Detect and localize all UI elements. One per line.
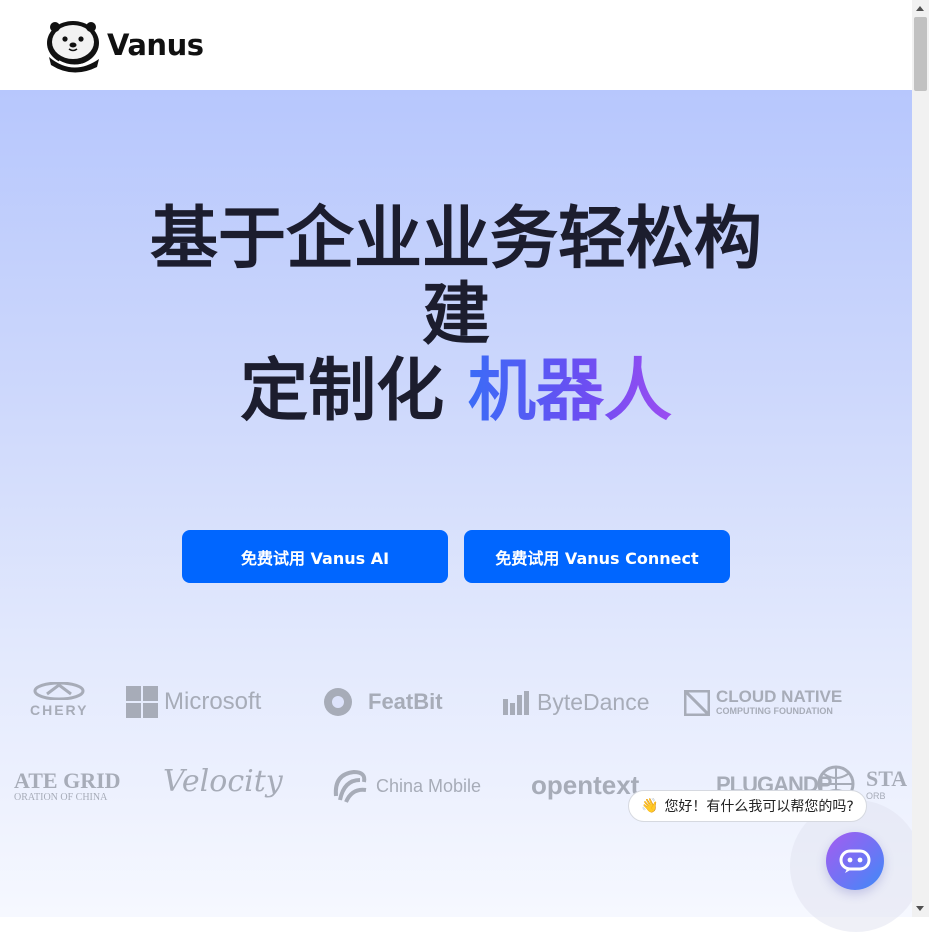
scrollbar-thumb[interactable] xyxy=(914,17,927,91)
vertical-scrollbar[interactable] xyxy=(912,0,929,917)
bytedance-wordmark: ByteDance xyxy=(537,689,650,715)
chat-bot-icon xyxy=(839,849,871,873)
partner-logos-row-1: CHERY Microsoft FeatBit ByteDance CLOUD … xyxy=(0,676,912,736)
sta-subtitle: ORB xyxy=(866,791,886,801)
state-grid-subtitle: ORATION OF CHINA xyxy=(14,792,108,803)
opentext-wordmark: opentext xyxy=(531,770,640,800)
chery-wordmark: CHERY xyxy=(30,702,89,718)
cncf-icon xyxy=(684,689,710,716)
chat-greeting-text: 您好！有什么我可以帮您的吗? xyxy=(664,799,854,815)
site-header: Vanus xyxy=(0,0,912,90)
chery-emblem-icon xyxy=(33,682,85,700)
microsoft-logo: Microsoft xyxy=(126,686,261,718)
chat-launcher-button[interactable] xyxy=(826,832,884,890)
china-mobile-logo: China Mobile xyxy=(330,766,481,806)
wave-emoji-icon: 👋 xyxy=(641,798,659,814)
state-grid-wordmark: ATE GRID xyxy=(14,768,121,793)
headline-line-2: 定制化 机器人 xyxy=(0,354,912,430)
headline-line-1: 基于企业业务轻松构建 xyxy=(149,200,762,355)
bytedance-bars-icon xyxy=(503,690,529,715)
velocity-logo: Velocity xyxy=(163,764,283,799)
opentext-logo: opentext xyxy=(531,770,639,801)
brand-logo[interactable]: Vanus xyxy=(43,17,204,73)
china-mobile-wordmark: China Mobile xyxy=(376,775,482,796)
hero-headline: 基于企业业务轻松构建 定制化 机器人 xyxy=(0,202,912,430)
try-vanus-ai-button[interactable]: 免费试用 Vanus AI xyxy=(182,530,448,583)
headline-accent: 机器人 xyxy=(467,352,672,431)
headline-prefix: 定制化 xyxy=(240,352,468,431)
microsoft-wordmark: Microsoft xyxy=(164,688,262,715)
cta-row: 免费试用 Vanus AI 免费试用 Vanus Connect xyxy=(182,530,730,583)
scroll-down-arrow-icon[interactable] xyxy=(916,906,924,911)
cncf-logo: CLOUD NATIVE COMPUTING FOUNDATION xyxy=(684,688,842,717)
sta-wordmark: STA xyxy=(866,766,908,791)
try-vanus-connect-button[interactable]: 免费试用 Vanus Connect xyxy=(464,530,730,583)
microsoft-grid-icon xyxy=(126,686,158,718)
velocity-wordmark: Velocity xyxy=(163,764,283,799)
state-grid-logo: ATE GRID ORATION OF CHINA xyxy=(14,770,121,804)
featbit-wordmark: FeatBit xyxy=(368,689,443,714)
cncf-wordmark: CLOUD NATIVE xyxy=(716,687,843,706)
otter-icon xyxy=(47,21,99,73)
featbit-icon xyxy=(324,688,352,716)
brand-name: Vanus xyxy=(107,28,204,62)
scroll-up-arrow-icon[interactable] xyxy=(916,6,924,11)
featbit-logo: FeatBit xyxy=(322,687,443,717)
chat-greeting-bubble[interactable]: 👋 您好！有什么我可以帮您的吗? xyxy=(628,790,867,822)
china-mobile-swirl-icon xyxy=(333,769,367,803)
cncf-subtitle: COMPUTING FOUNDATION xyxy=(716,706,833,716)
bytedance-logo: ByteDance xyxy=(503,689,650,716)
chery-logo: CHERY xyxy=(30,682,89,718)
